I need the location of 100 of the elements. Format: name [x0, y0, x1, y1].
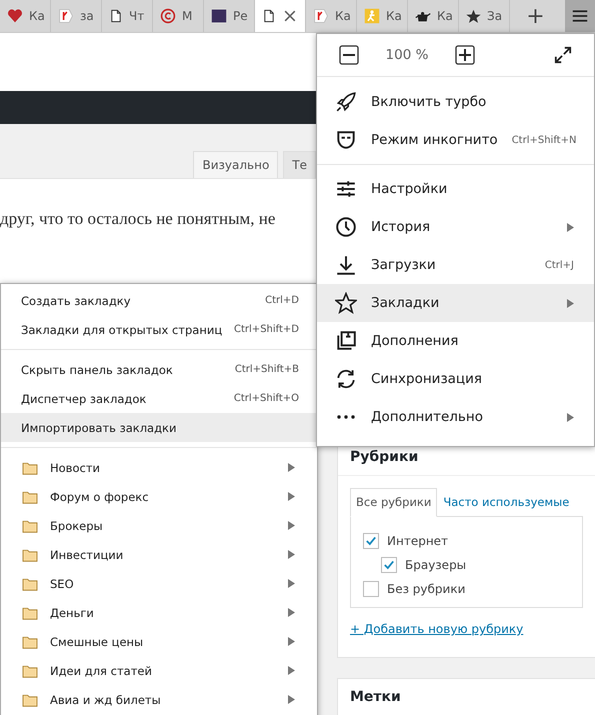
- bookmark-folder[interactable]: Идеи для статей: [1, 656, 317, 685]
- folder-icon: [21, 634, 39, 648]
- menu-item[interactable]: Включить турбо: [317, 83, 594, 121]
- star-icon: [335, 292, 357, 314]
- folder-icon: [21, 664, 39, 678]
- menu-icon: [572, 9, 588, 23]
- folder-icon: [21, 606, 39, 620]
- clock-icon: [335, 216, 357, 238]
- submenu-arrow-icon: [288, 608, 295, 617]
- add-category-link[interactable]: + Добавить новую рубрику: [350, 622, 524, 636]
- checkbox[interactable]: [363, 581, 379, 597]
- browser-tab[interactable]: Ка: [0, 0, 51, 32]
- yandex-icon: [313, 8, 329, 24]
- check-icon: [365, 535, 377, 547]
- submenu-arrow-icon: [288, 666, 295, 675]
- stack-icon: [335, 330, 357, 352]
- submenu-arrow-icon: [288, 492, 295, 501]
- bookmark-folder[interactable]: Авиа и жд билеты: [1, 685, 317, 714]
- editor-text: друг, что то осталось не понятным, не: [0, 208, 276, 229]
- copyright-icon: [160, 8, 176, 24]
- zoom-out-button[interactable]: [339, 45, 359, 65]
- figure-icon: [364, 8, 380, 24]
- menu-item[interactable]: Скрыть панель закладок Ctrl+Shift+B: [1, 355, 317, 384]
- menu-item[interactable]: Создать закладку Ctrl+D: [1, 286, 317, 315]
- download-icon: [335, 254, 357, 276]
- check-icon: [383, 559, 395, 571]
- browser-tab[interactable]: М: [153, 0, 204, 32]
- menu-item[interactable]: Дополнения: [317, 322, 594, 360]
- bookmark-folder[interactable]: Новости: [1, 453, 317, 482]
- editor-tab[interactable]: Визуально: [193, 151, 278, 178]
- fullscreen-icon: [554, 46, 572, 64]
- panel-title: Метки: [349, 688, 402, 707]
- bookmark-folder[interactable]: Форум о форекс: [1, 482, 317, 511]
- menu-item[interactable]: Импортировать закладки: [1, 413, 317, 442]
- browser-tab[interactable]: Чт: [102, 0, 153, 32]
- shortcut-label: Ctrl+J: [544, 260, 574, 270]
- menu-item[interactable]: Закладки для открытых страниц Ctrl+Shift+D: [1, 315, 317, 344]
- submenu-arrow-icon: [288, 695, 295, 704]
- submenu-arrow-icon: [288, 637, 295, 646]
- submenu-arrow-icon: [288, 521, 295, 530]
- bookmark-folder[interactable]: Деньги: [1, 598, 317, 627]
- browser-tab[interactable]: За: [459, 0, 510, 32]
- menu-item[interactable]: История: [317, 208, 594, 246]
- folder-icon: [21, 490, 39, 504]
- submenu-arrow-icon: [288, 463, 295, 472]
- browser-tab[interactable]: Ка: [357, 0, 408, 32]
- folder-icon: [21, 576, 39, 590]
- editor-tab[interactable]: Те: [283, 151, 316, 178]
- page-icon: [109, 8, 123, 24]
- heart-icon: [7, 8, 23, 24]
- shortcut-label: Ctrl+Shift+D: [234, 324, 299, 335]
- menu-item[interactable]: Режим инкогнито Ctrl+Shift+N: [317, 121, 594, 159]
- shortcut-label: Ctrl+Shift+B: [234, 364, 299, 375]
- minus-icon: [339, 45, 359, 65]
- sync-icon: [335, 368, 357, 390]
- category-tab[interactable]: Часто используемые: [437, 488, 576, 516]
- dots-icon: [337, 415, 355, 419]
- category-tab[interactable]: Все рубрики: [350, 488, 438, 517]
- submenu-arrow-icon: [288, 579, 295, 588]
- checkbox[interactable]: [363, 533, 379, 549]
- checkbox[interactable]: [381, 557, 397, 573]
- folder-icon: [21, 460, 39, 474]
- browser-tab[interactable]: за: [51, 0, 102, 32]
- menu-item[interactable]: Настройки: [317, 170, 594, 208]
- bookmark-folder[interactable]: Смешные цены: [1, 627, 317, 656]
- panel-title: Рубрики: [349, 448, 420, 467]
- menu-item[interactable]: Закладки: [317, 284, 594, 322]
- fullscreen-button[interactable]: [554, 46, 572, 64]
- browser-tab[interactable]: Ка: [306, 0, 357, 32]
- category-label: Без рубрики: [387, 582, 466, 596]
- category-label: Интернет: [387, 534, 448, 548]
- yandex-icon: [58, 8, 74, 24]
- page-icon: [262, 8, 276, 24]
- submenu-arrow-icon: [288, 550, 295, 559]
- bookmark-folder[interactable]: Инвестиции: [1, 540, 317, 569]
- bookmark-folder[interactable]: Брокеры: [1, 511, 317, 540]
- shortcut-label: Ctrl+D: [265, 295, 299, 306]
- bookmark-folder[interactable]: SEO: [1, 569, 317, 598]
- zoom-in-button[interactable]: [455, 45, 475, 65]
- menu-item[interactable]: Диспетчер закладок Ctrl+Shift+O: [1, 384, 317, 413]
- rocket-icon: [335, 91, 357, 113]
- new-tab-button[interactable]: +: [510, 0, 561, 32]
- folder-icon: [21, 692, 39, 706]
- browser-tab[interactable]: Ка: [408, 0, 459, 32]
- category-label: Браузеры: [405, 558, 466, 572]
- plus-icon: [455, 45, 475, 65]
- folder-icon: [21, 548, 39, 562]
- close-tab-button[interactable]: ×: [282, 5, 298, 27]
- menu-item[interactable]: Синхронизация: [317, 360, 594, 398]
- shortcut-label: Ctrl+Shift+O: [234, 393, 299, 404]
- folder-icon: [21, 518, 39, 532]
- mask-icon: [335, 129, 357, 151]
- star-icon: [466, 8, 481, 24]
- browser-tab[interactable]: ×: [255, 0, 306, 32]
- menu-button[interactable]: [565, 0, 595, 32]
- menu-item[interactable]: Дополнительно: [317, 398, 594, 436]
- menu-item[interactable]: Загрузки Ctrl+J: [317, 246, 594, 284]
- square-icon: [211, 8, 227, 24]
- shortcut-label: Ctrl+Shift+N: [512, 134, 576, 146]
- zoom-level: 100 %: [384, 47, 430, 63]
